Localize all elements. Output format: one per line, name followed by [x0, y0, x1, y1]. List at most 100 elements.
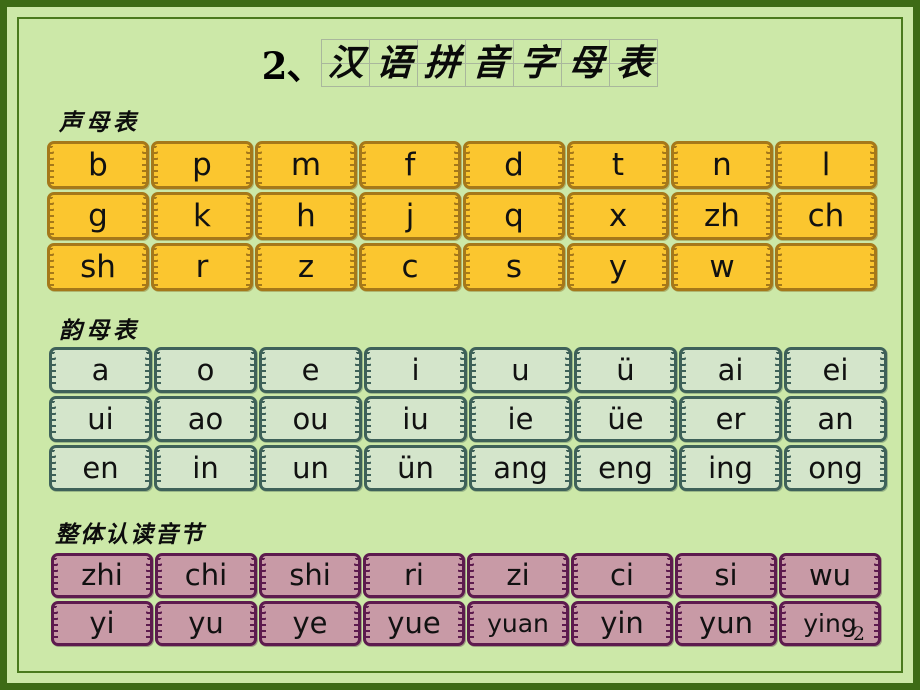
pinyin-cell[interactable]: ri: [363, 553, 465, 598]
pinyin-row: a o e i u ü ai ei: [49, 347, 887, 393]
pinyin-cell[interactable]: k: [151, 192, 253, 240]
pinyin-cell[interactable]: f: [359, 141, 461, 189]
zhengti-grid: zhi chi shi ri zi ci si wu yi yu ye yue yuan yin yun yi…: [51, 553, 881, 646]
pinyin-cell-label: ying: [803, 609, 857, 638]
pinyin-cell[interactable]: ou: [259, 396, 362, 442]
pinyin-cell[interactable]: b: [47, 141, 149, 189]
pinyin-cell[interactable]: yue: [363, 601, 465, 646]
pinyin-cell-label: h: [296, 197, 316, 234]
title-grid-char: 母: [566, 42, 605, 84]
pinyin-cell[interactable]: ang: [469, 445, 572, 491]
pinyin-cell[interactable]: ch: [775, 192, 877, 240]
title-grid-char: 表: [614, 42, 653, 84]
pinyin-cell[interactable]: r: [151, 243, 253, 291]
pinyin-cell[interactable]: ci: [571, 553, 673, 598]
pinyin-cell[interactable]: q: [463, 192, 565, 240]
pinyin-cell-label: n: [712, 146, 732, 183]
pinyin-cell[interactable]: yuan: [467, 601, 569, 646]
pinyin-cell[interactable]: yu: [155, 601, 257, 646]
pinyin-cell[interactable]: t: [567, 141, 669, 189]
pinyin-cell-label: si: [714, 558, 738, 592]
pinyin-cell[interactable]: ing: [679, 445, 782, 491]
pinyin-cell[interactable]: a: [49, 347, 152, 393]
pinyin-cell[interactable]: y: [567, 243, 669, 291]
pinyin-cell[interactable]: u: [469, 347, 572, 393]
pinyin-cell-label: chi: [184, 558, 228, 592]
pinyin-row: g k h j q x zh ch: [47, 192, 877, 240]
pinyin-cell[interactable]: eng: [574, 445, 677, 491]
pinyin-row: bpmfdt n l: [47, 141, 877, 189]
pinyin-cell[interactable]: er: [679, 396, 782, 442]
pinyin-cell-label: yun: [699, 606, 753, 640]
pinyin-cell[interactable]: zh: [671, 192, 773, 240]
pinyin-cell-label: zh: [704, 197, 740, 234]
pinyin-cell-label: yue: [387, 606, 441, 640]
pinyin-cell[interactable]: z: [255, 243, 357, 291]
pinyin-cell[interactable]: ün: [364, 445, 467, 491]
pinyin-cell[interactable]: h: [255, 192, 357, 240]
pinyin-cell[interactable]: ü: [574, 347, 677, 393]
title-number: 2、: [261, 44, 324, 88]
pinyin-cell[interactable]: n: [671, 141, 773, 189]
pinyin-row: en in un ün ang eng ing ong: [49, 445, 887, 491]
pinyin-cell[interactable]: c: [359, 243, 461, 291]
pinyin-cell[interactable]: ui: [49, 396, 152, 442]
pinyin-cell-label: un: [292, 450, 329, 485]
pinyin-cell[interactable]: an: [784, 396, 887, 442]
pinyin-cell[interactable]: sh: [47, 243, 149, 291]
pinyin-cell-label: wu: [808, 558, 852, 592]
pinyin-cell-label: iu: [402, 401, 429, 436]
pinyin-cell[interactable]: zi: [467, 553, 569, 598]
pinyin-cell[interactable]: yi: [51, 601, 153, 646]
pinyin-cell[interactable]: ao: [154, 396, 257, 442]
pinyin-cell[interactable]: yun: [675, 601, 777, 646]
pinyin-cell[interactable]: in: [154, 445, 257, 491]
pinyin-cell[interactable]: m: [255, 141, 357, 189]
pinyin-cell[interactable]: zhi: [51, 553, 153, 598]
pinyin-cell-label: ci: [609, 558, 634, 592]
pinyin-cell[interactable]: yin: [571, 601, 673, 646]
pinyin-cell-label: ai: [717, 352, 744, 387]
pinyin-cell[interactable]: iu: [364, 396, 467, 442]
pinyin-cell[interactable]: ye: [259, 601, 361, 646]
pinyin-cell-label: yi: [89, 606, 115, 640]
pinyin-cell-label: r: [195, 248, 209, 285]
pinyin-cell[interactable]: si: [675, 553, 777, 598]
page-number: 2: [852, 623, 865, 645]
yunmu-grid: a o e i u ü ai ei ui ao ou iu ie üe er an en in un ün ang eng…: [49, 347, 887, 491]
pinyin-cell[interactable]: wu: [779, 553, 881, 598]
pinyin-cell[interactable]: en: [49, 445, 152, 491]
pinyin-cell[interactable]: ai: [679, 347, 782, 393]
section-label-zhengti: 整体认读音节: [55, 521, 205, 548]
pinyin-cell[interactable]: ei: [784, 347, 887, 393]
pinyin-cell[interactable]: j: [359, 192, 461, 240]
pinyin-cell[interactable]: d: [463, 141, 565, 189]
pinyin-cell[interactable]: un: [259, 445, 362, 491]
pinyin-cell[interactable]: l: [775, 141, 877, 189]
pinyin-cell-label: yu: [188, 606, 224, 640]
pinyin-cell[interactable]: x: [567, 192, 669, 240]
pinyin-cell[interactable]: e: [259, 347, 362, 393]
pinyin-cell[interactable]: chi: [155, 553, 257, 598]
pinyin-cell[interactable]: g: [47, 192, 149, 240]
pinyin-cell-label: ri: [404, 558, 424, 592]
pinyin-cell[interactable]: w: [671, 243, 773, 291]
section-label-shengmu: 声母表: [59, 109, 140, 136]
pinyin-cell[interactable]: s: [463, 243, 565, 291]
pinyin-cell[interactable]: ong: [784, 445, 887, 491]
pinyin-cell[interactable]: ie: [469, 396, 572, 442]
pinyin-cell[interactable]: ying: [779, 601, 881, 646]
pinyin-cell[interactable]: o: [154, 347, 257, 393]
pinyin-cell-label: ch: [807, 197, 845, 234]
pinyin-cell-label: z: [297, 248, 315, 285]
pinyin-cell[interactable]: i: [364, 347, 467, 393]
pinyin-cell[interactable]: p: [151, 141, 253, 189]
pinyin-cell-label: ün: [397, 450, 434, 485]
pinyin-cell-label: zi: [506, 558, 530, 592]
pinyin-cell-label: g: [88, 197, 108, 234]
pinyin-cell[interactable]: üe: [574, 396, 677, 442]
pinyin-cell-empty[interactable]: [775, 243, 877, 291]
pinyin-cell-label: s: [505, 248, 523, 285]
pinyin-cell-label: in: [192, 450, 219, 485]
pinyin-cell[interactable]: shi: [259, 553, 361, 598]
